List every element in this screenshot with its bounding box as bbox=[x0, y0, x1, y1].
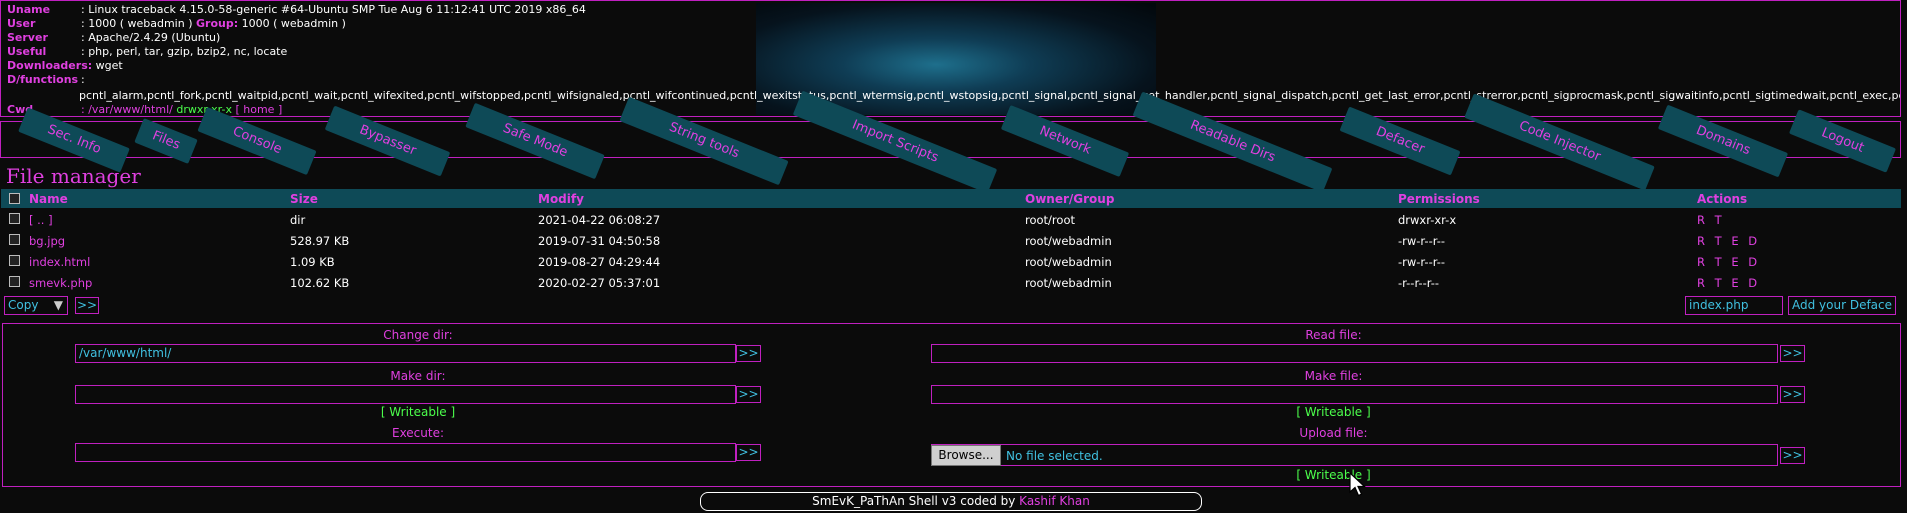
uname-label: Uname bbox=[7, 3, 51, 16]
execute-label: Execute: bbox=[391, 426, 445, 440]
make-dir-go-button[interactable]: >> bbox=[736, 386, 761, 403]
file-size: 102.62 KB bbox=[290, 276, 350, 290]
file-owner: root/webadmin bbox=[1025, 276, 1112, 290]
make-dir-label: Make dir: bbox=[390, 369, 446, 383]
dfunctions-label: D/functions bbox=[7, 73, 79, 86]
server-row: Server : Apache/2.4.29 (Ubuntu) bbox=[7, 31, 220, 45]
file-actions[interactable]: R T E D bbox=[1697, 255, 1760, 269]
file-size: dir bbox=[290, 213, 306, 227]
footer-author-link[interactable]: Kashif Khan bbox=[1019, 494, 1090, 508]
execute-go-button[interactable]: >> bbox=[736, 444, 761, 461]
file-perms[interactable]: -rw-r--r-- bbox=[1398, 234, 1445, 248]
file-modify: 2019-08-27 04:29:44 bbox=[538, 255, 661, 269]
upload-go-button[interactable]: >> bbox=[1780, 447, 1805, 464]
row-checkbox[interactable] bbox=[9, 213, 20, 224]
browse-button[interactable]: Browse... bbox=[931, 445, 1001, 466]
server-value: : Apache/2.4.29 (Ubuntu) bbox=[81, 31, 221, 44]
file-manager-title: File manager bbox=[6, 164, 141, 188]
change-dir-go-button[interactable]: >> bbox=[736, 345, 761, 362]
file-modify: 2021-04-22 06:08:27 bbox=[538, 213, 661, 227]
col-owner-group[interactable]: Owner/Group bbox=[1025, 192, 1114, 206]
table-row: bg.jpg 528.97 KB 2019-07-31 04:50:58 roo… bbox=[1, 231, 1901, 252]
home-link[interactable]: [ home ] bbox=[235, 103, 282, 116]
file-modify: 2020-02-27 05:37:01 bbox=[538, 276, 661, 290]
change-dir-input[interactable]: /var/www/html/ bbox=[75, 344, 736, 363]
uname-row: Uname : Linux traceback 4.15.0-58-generic… bbox=[7, 3, 586, 17]
footer-text: SmEvK_PaThAn Shell v3 coded by bbox=[812, 494, 1016, 508]
change-dir-label: Change dir: bbox=[383, 328, 453, 342]
file-name-link[interactable]: [ .. ] bbox=[29, 213, 53, 227]
file-name-link[interactable]: bg.jpg bbox=[29, 234, 65, 248]
make-dir-input[interactable] bbox=[75, 385, 736, 404]
upload-writeable: [ Writeable ] bbox=[1296, 468, 1371, 482]
server-info-panel: Uname : Linux traceback 4.15.0-58-generic… bbox=[0, 0, 1901, 117]
file-perms[interactable]: drwxr-xr-x bbox=[1398, 213, 1456, 227]
mouse-cursor-icon bbox=[1349, 472, 1367, 497]
col-permissions[interactable]: Permissions bbox=[1398, 192, 1480, 206]
add-deface-button[interactable]: Add your Deface bbox=[1788, 296, 1896, 315]
file-owner: root/root bbox=[1025, 213, 1075, 227]
dfunctions-row: D/functions: bbox=[7, 73, 85, 87]
useful-value: : php, perl, tar, gzip, bzip2, nc, locat… bbox=[81, 45, 288, 58]
make-file-input[interactable] bbox=[931, 385, 1778, 404]
col-size[interactable]: Size bbox=[290, 192, 318, 206]
footer-credit: SmEvK_PaThAn Shell v3 coded by Kashif Kh… bbox=[700, 492, 1202, 511]
user-value: : 1000 ( webadmin ) bbox=[81, 17, 193, 30]
deface-filename-input[interactable]: index.php bbox=[1685, 296, 1783, 315]
col-modify[interactable]: Modify bbox=[538, 192, 584, 206]
cwd-path-link[interactable]: : /var/www/html/ bbox=[81, 103, 173, 116]
file-size: 528.97 KB bbox=[290, 234, 350, 248]
file-perms[interactable]: -rw-r--r-- bbox=[1398, 255, 1445, 269]
file-modify: 2019-07-31 04:50:58 bbox=[538, 234, 661, 248]
user-row: User : 1000 ( webadmin ) Group: 1000 ( we… bbox=[7, 17, 346, 31]
read-file-input[interactable] bbox=[931, 344, 1778, 363]
downloaders-value: wget bbox=[95, 59, 123, 72]
make-file-writeable: [ Writeable ] bbox=[1296, 405, 1371, 419]
row-checkbox[interactable] bbox=[9, 255, 20, 266]
copy-select-value: Copy bbox=[8, 298, 39, 312]
read-file-go-button[interactable]: >> bbox=[1780, 345, 1805, 362]
table-row: smevk.php 102.62 KB 2020-02-27 05:37:01 … bbox=[1, 273, 1901, 294]
file-name-link[interactable]: smevk.php bbox=[29, 276, 92, 290]
row-checkbox[interactable] bbox=[9, 234, 20, 245]
file-name-link[interactable]: index.html bbox=[29, 255, 90, 269]
useful-row: Useful : php, perl, tar, gzip, bzip2, nc,… bbox=[7, 45, 287, 59]
user-label: User bbox=[7, 17, 36, 30]
execute-input[interactable] bbox=[75, 443, 736, 462]
server-label: Server bbox=[7, 31, 48, 44]
file-owner: root/webadmin bbox=[1025, 234, 1112, 248]
file-actions[interactable]: R T bbox=[1697, 213, 1725, 227]
useful-label: Useful bbox=[7, 45, 47, 58]
table-row: index.html 1.09 KB 2019-08-27 04:29:44 r… bbox=[1, 252, 1901, 273]
no-file-text: No file selected. bbox=[1006, 449, 1103, 463]
file-actions[interactable]: R T E D bbox=[1697, 234, 1760, 248]
make-file-label: Make file: bbox=[1304, 369, 1363, 383]
read-file-label: Read file: bbox=[1305, 328, 1362, 342]
col-name[interactable]: Name bbox=[29, 192, 68, 206]
dfunctions-sep: : bbox=[81, 73, 85, 86]
file-table-header: Name Size Modify Owner/Group Permissions… bbox=[1, 189, 1901, 208]
group-label: Group: bbox=[195, 17, 239, 30]
copy-go-button[interactable]: >> bbox=[75, 297, 99, 314]
downloaders-label: Downloaders: bbox=[7, 59, 93, 72]
file-perms[interactable]: -r--r--r-- bbox=[1398, 276, 1439, 290]
uname-value: : Linux traceback 4.15.0-58-generic #64-… bbox=[81, 3, 586, 16]
dfunctions-value: pcntl_alarm,pcntl_fork,pcntl_waitpid,pcn… bbox=[79, 89, 1900, 102]
table-row: [ .. ] dir 2021-04-22 06:08:27 root/root… bbox=[1, 210, 1901, 231]
file-actions[interactable]: R T E D bbox=[1697, 276, 1760, 290]
row-checkbox[interactable] bbox=[9, 276, 20, 287]
group-value: 1000 ( webadmin ) bbox=[241, 17, 346, 30]
make-dir-writeable: [ Writeable ] bbox=[380, 405, 456, 419]
file-size: 1.09 KB bbox=[290, 255, 335, 269]
make-file-go-button[interactable]: >> bbox=[1780, 386, 1805, 403]
chevron-down-icon: ▼ bbox=[53, 298, 63, 312]
select-all-checkbox[interactable] bbox=[9, 193, 20, 204]
copy-select[interactable]: Copy ▼ bbox=[4, 296, 68, 315]
upload-file-label: Upload file: bbox=[1299, 426, 1368, 440]
col-actions: Actions bbox=[1697, 192, 1748, 206]
file-owner: root/webadmin bbox=[1025, 255, 1112, 269]
downloaders-row: Downloaders: wget bbox=[7, 59, 123, 73]
